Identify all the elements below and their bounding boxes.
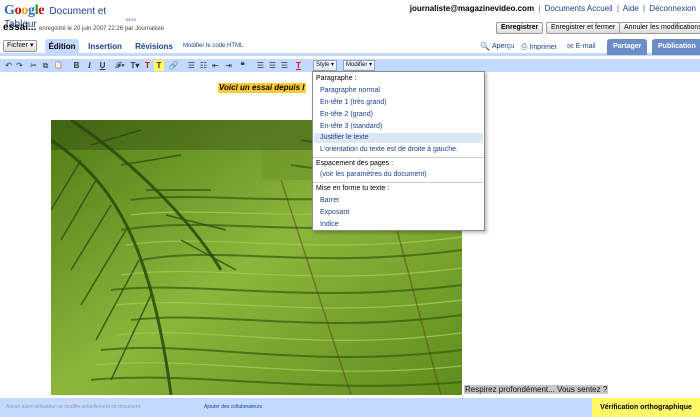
image-caption[interactable]: Respirez profondément... Vous sentez ? [464, 385, 609, 394]
tab-revisions[interactable]: Révisions [131, 39, 177, 56]
menu-item-justify[interactable]: Justifier le texte [314, 133, 483, 143]
tab-bar: Fichier ▾ Édition Insertion Révisions Mo… [0, 38, 700, 56]
user-email: journaliste@magazinevideo.com [409, 4, 535, 13]
menu-divider [313, 182, 484, 183]
font-icon[interactable]: 𝓕▾ [113, 60, 127, 71]
indent-icon[interactable]: ⇥ [224, 60, 233, 71]
tab-partager[interactable]: Partager [607, 39, 648, 55]
bold-icon[interactable]: B [72, 60, 81, 71]
save-status: enregistré le 20 juin 2007 22:26 par Jou… [39, 26, 165, 32]
help-link[interactable]: Aide [623, 4, 639, 13]
menu-item-heading-1[interactable]: En-tête 1 (très grand) [314, 98, 483, 108]
email-link[interactable]: ✉ E-mail [567, 42, 596, 51]
text-color-icon[interactable]: T [143, 60, 152, 71]
tab-edition[interactable]: Édition [45, 39, 79, 56]
link-icon[interactable]: 🔗 [168, 60, 179, 71]
logo-letter: e [38, 3, 45, 18]
preview-icon: 🔍 [480, 42, 490, 51]
menu-item-paragraph-normal[interactable]: Paragraphe normal [314, 86, 483, 96]
modify-dropdown[interactable]: Modifier ▾ [343, 60, 376, 71]
menu-section-header: Espacement des pages : [316, 160, 394, 167]
separator: | [616, 4, 619, 13]
cancel-changes-button[interactable]: Annuler les modifications [619, 22, 700, 34]
menu-item-heading-2[interactable]: En-tête 2 (grand) [314, 110, 483, 120]
menu-item-heading-3[interactable]: En-tête 3 (standard) [314, 122, 483, 132]
menu-divider [313, 157, 484, 158]
app-logo: Google Document et Tableur BETA [4, 3, 137, 30]
document-heading[interactable]: Voici un essai depuis l [218, 83, 306, 93]
menu-item-superscript[interactable]: Exposant [314, 208, 483, 218]
logo-letter: o [21, 3, 28, 18]
printer-icon: ⎙ [521, 42, 528, 51]
align-right-icon[interactable]: ☰ [280, 60, 289, 71]
save-close-button[interactable]: Enregistrer et fermer [546, 22, 621, 34]
paste-icon[interactable]: 📋 [53, 60, 64, 71]
account-links: journaliste@magazinevideo.com | Document… [410, 4, 696, 13]
beta-badge: BETA [126, 17, 137, 22]
logo-letter: g [28, 3, 35, 18]
file-menu-button[interactable]: Fichier ▾ [3, 40, 38, 52]
quote-icon[interactable]: ❝ [238, 60, 247, 71]
logo-letter: o [14, 3, 22, 18]
clear-format-icon[interactable]: T [294, 60, 303, 71]
bulleted-list-icon[interactable]: ☷ [199, 60, 208, 71]
status-bar: Aucun autre utilisateur ne modifie actue… [0, 398, 700, 417]
envelope-icon: ✉ [567, 42, 574, 51]
tab-publication[interactable]: Publication [652, 39, 700, 55]
cut-icon[interactable]: ✂ [29, 60, 38, 71]
add-collaborators-link[interactable]: Ajouter des collaborateurs [204, 404, 262, 410]
menu-section-header: Paragraphe : [316, 75, 357, 82]
numbered-list-icon[interactable]: ☰ [187, 60, 196, 71]
tab-insertion[interactable]: Insertion [83, 39, 127, 56]
underline-icon[interactable]: U [98, 60, 107, 71]
style-dropdown[interactable]: Style ▾ [313, 60, 338, 71]
preview-link[interactable]: 🔍 Aperçu [480, 42, 514, 51]
logout-link[interactable]: Déconnexion [649, 4, 696, 13]
edit-html-link[interactable]: Modifier le code HTML [183, 43, 243, 49]
undo-icon[interactable]: ↶ [4, 60, 13, 71]
preview-label: Aperçu [491, 43, 515, 50]
outdent-icon[interactable]: ⇤ [211, 60, 220, 71]
menu-item-subscript[interactable]: Indice [314, 220, 483, 230]
menu-section-header: Mise en forme tu texte : [316, 185, 390, 192]
print-link[interactable]: ⎙ Imprimer [521, 42, 557, 52]
print-label: Imprimer [529, 43, 558, 51]
separator: | [642, 4, 646, 13]
spellcheck-button[interactable]: Vérification orthographique [592, 398, 700, 417]
separator: | [538, 4, 541, 13]
menu-item-strikethrough[interactable]: Barrer [314, 196, 483, 206]
documents-home-link[interactable]: Documents Accueil [545, 4, 613, 13]
email-label: E-mail [575, 43, 596, 50]
align-center-icon[interactable]: ☰ [268, 60, 277, 71]
logo-letter: G [4, 3, 15, 18]
copy-icon[interactable]: ⧉ [41, 60, 50, 71]
document-title[interactable]: essai... [3, 22, 36, 33]
redo-icon[interactable]: ↷ [15, 60, 24, 71]
save-button[interactable]: Enregistrer [496, 22, 544, 34]
google-wordmark: Google [4, 3, 47, 18]
collaboration-status: Aucun autre utilisateur ne modifie actue… [6, 404, 142, 410]
style-menu: Paragraphe : Paragraphe normal En-tête 1… [312, 71, 485, 231]
align-left-icon[interactable]: ☰ [256, 60, 265, 71]
font-size-icon[interactable]: T▾ [129, 60, 141, 71]
italic-icon[interactable]: I [85, 60, 94, 71]
menu-item-page-spacing[interactable]: (voir les paramètres du document) [314, 170, 483, 180]
highlight-color-icon[interactable]: T [154, 60, 164, 71]
menu-item-rtl[interactable]: L'orientation du texte est de droite à g… [314, 145, 483, 155]
